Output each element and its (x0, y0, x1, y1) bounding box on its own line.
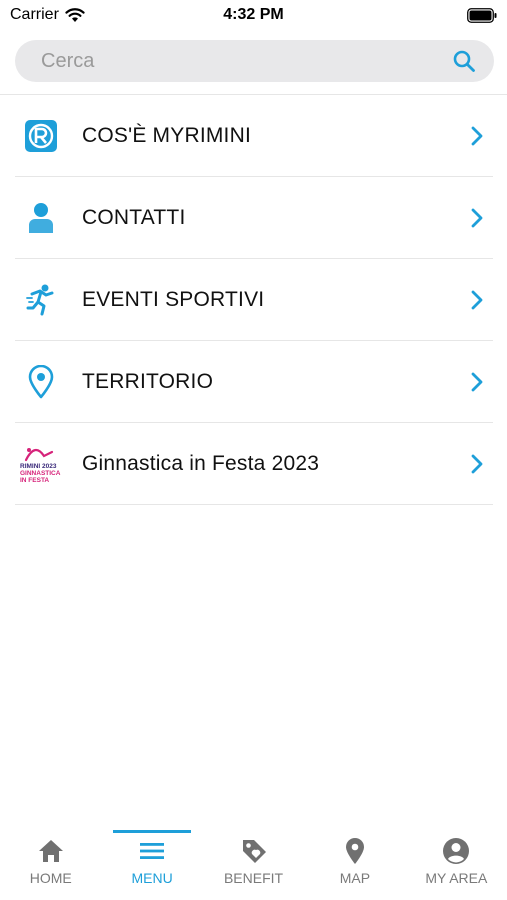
tab-menu[interactable]: MENU (101, 822, 202, 900)
tag-icon (242, 840, 266, 863)
hamburger-icon (140, 843, 165, 859)
search-bar[interactable] (15, 40, 494, 82)
search-input[interactable] (41, 40, 441, 82)
chevron-right-icon (471, 208, 483, 228)
ginnastica-festa-logo: RIMINI 2023 GINNASTICA IN FESTA (18, 445, 64, 484)
account-icon (443, 838, 470, 864)
tab-bar: HOME MENU BENEFIT MAP MY AREA (0, 822, 507, 900)
menu-item-label: EVENTI SPORTIVI (82, 288, 265, 311)
chevron-right-icon (471, 126, 483, 146)
running-figure-icon (22, 281, 60, 319)
tab-label: MENU (131, 870, 173, 886)
svg-text:GINNASTICA: GINNASTICA (20, 470, 61, 477)
map-pin-icon (345, 838, 364, 864)
menu-item-territorio[interactable]: TERRITORIO (0, 341, 507, 423)
active-tab-indicator (113, 830, 191, 833)
status-time: 4:32 PM (223, 6, 284, 23)
tab-my-area[interactable]: MY AREA (406, 822, 507, 900)
svg-text:IN FESTA: IN FESTA (20, 477, 49, 484)
battery-icon (467, 8, 497, 23)
tab-label: MAP (339, 870, 371, 886)
search-icon[interactable] (452, 49, 476, 73)
status-bar: Carrier 4:32 PM (0, 0, 507, 32)
menu-item-cose-myrimini[interactable]: COS'È MYRIMINI (0, 95, 507, 177)
home-icon (38, 840, 63, 862)
location-pin-icon (22, 363, 60, 401)
menu-item-label: COS'È MYRIMINI (82, 124, 251, 147)
chevron-right-icon (471, 290, 483, 310)
menu-item-ginnastica-in-festa[interactable]: RIMINI 2023 GINNASTICA IN FESTA Ginnasti… (0, 423, 507, 505)
tab-label: BENEFIT (223, 870, 284, 886)
menu-item-label: Ginnastica in Festa 2023 (82, 452, 320, 475)
chevron-right-icon (471, 454, 483, 474)
person-icon (22, 199, 60, 237)
menu-item-label: CONTATTI (82, 206, 186, 229)
svg-text:RIMINI 2023: RIMINI 2023 (20, 463, 57, 470)
menu-item-label: TERRITORIO (82, 370, 214, 393)
tab-label: HOME (29, 870, 72, 886)
myrimini-logo-icon (22, 117, 60, 155)
tab-label: MY AREA (425, 870, 488, 886)
tab-map[interactable]: MAP (304, 822, 405, 900)
tab-benefit[interactable]: BENEFIT (203, 822, 304, 900)
menu-item-contatti[interactable]: CONTATTI (0, 177, 507, 259)
menu-list: COS'È MYRIMINI CONTATTI EVENTI SPORTIVI … (0, 95, 507, 505)
chevron-right-icon (471, 372, 483, 392)
tab-home[interactable]: HOME (0, 822, 101, 900)
menu-item-eventi-sportivi[interactable]: EVENTI SPORTIVI (0, 259, 507, 341)
